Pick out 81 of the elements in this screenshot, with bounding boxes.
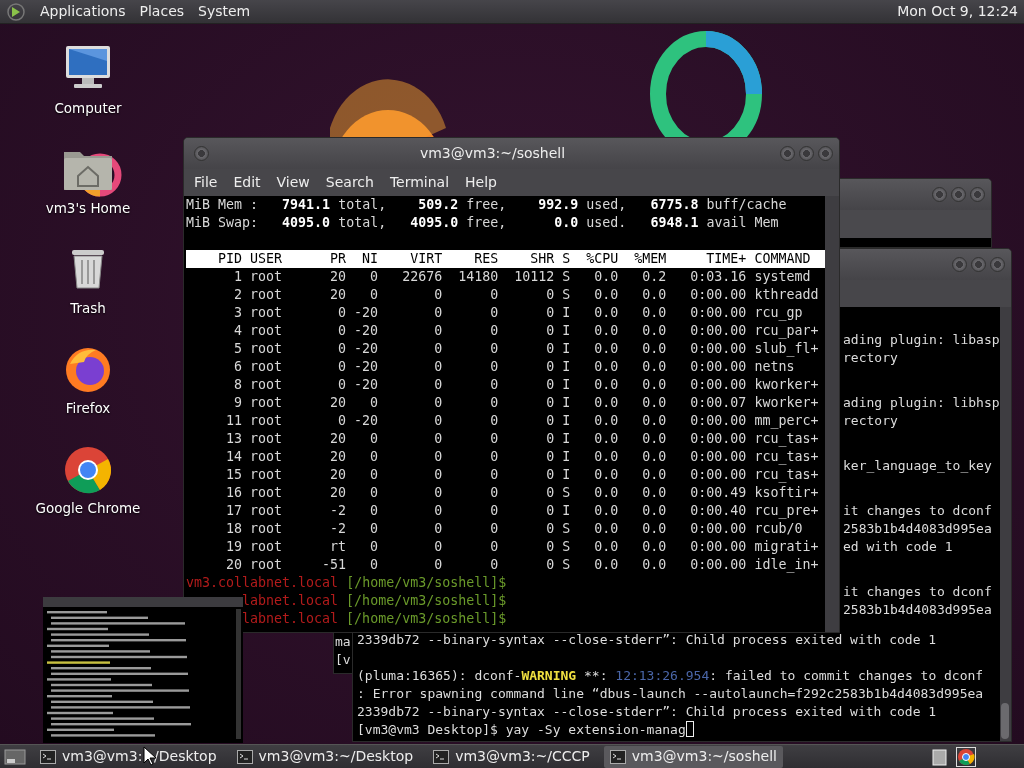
terminal-line: rectory xyxy=(843,349,899,367)
prompt-line: vm3.collabnet.local [/home/vm3/soshell]$ xyxy=(186,574,508,592)
terminal-icon xyxy=(609,749,626,764)
process-line: 14 root 20 0 0 0 0 I 0.0 0.0 0:00.00 rcu_tas+ xyxy=(225,448,820,466)
panel-menu[interactable]: System xyxy=(198,1,251,22)
terminal-line: it changes to dconf xyxy=(843,583,993,601)
show-desktop-icon[interactable] xyxy=(4,747,26,766)
terminal-icon xyxy=(40,749,56,764)
window-control-button[interactable] xyxy=(932,187,947,202)
window-control-button[interactable] xyxy=(194,146,209,161)
terminal-icon xyxy=(236,749,253,764)
terminal-line: it changes to dconf xyxy=(843,502,993,520)
menu-item[interactable]: View xyxy=(270,172,320,193)
window-control-button[interactable] xyxy=(818,146,833,161)
menu-item[interactable]: Edit xyxy=(227,172,271,193)
process-line: 20 root -51 0 0 0 0 S 0.0 0.0 0:00.00 idle_in+ xyxy=(225,556,820,574)
process-line: 5 root 0 -20 0 0 0 I 0.0 0.0 0:00.00 slub_fl+ xyxy=(233,340,820,358)
window-control-button[interactable] xyxy=(990,257,1005,272)
process-line: 4 root 0 -20 0 0 0 I 0.0 0.0 0:00.00 rcu_par+ xyxy=(233,322,820,340)
window-control-button[interactable] xyxy=(971,257,986,272)
terminal-line: [vm3@vm3 Desktop]$ yay -Sy extension-manag xyxy=(357,721,1000,739)
terminal-line: ma xyxy=(335,633,352,651)
desktop-icon-label[interactable]: Trash xyxy=(70,298,106,319)
taskbar-button[interactable]: vm3@vm3:~/CCCP xyxy=(427,745,596,768)
terminal-line: 2583b1b4d4083d995ea xyxy=(843,520,993,538)
terminal-line: [v xyxy=(335,651,352,669)
terminal-line: 2339db72 --binary-syntax --close-stderr”: Child process exited with code 1 xyxy=(357,703,938,721)
chrome-icon[interactable] xyxy=(956,746,976,767)
process-line: 6 root 0 -20 0 0 0 I 0.0 0.0 0:00.00 netns xyxy=(233,358,796,376)
scrollbar[interactable] xyxy=(825,196,839,632)
menu-item[interactable]: Help xyxy=(459,172,507,193)
window-title: vm3@vm3:~/soshell xyxy=(419,145,566,161)
desktop-icon-label[interactable]: vm3's Home xyxy=(45,198,131,219)
process-line: 13 root 20 0 0 0 0 I 0.0 0.0 0:00.00 rcu_tas+ xyxy=(225,430,820,448)
panel-menu[interactable]: Applications xyxy=(40,1,126,22)
process-line: 8 root 0 -20 0 0 0 I 0.0 0.0 0:00.00 kworker+ xyxy=(233,376,820,394)
terminal-line: : Error spawning command line “dbus-launch --autolaunch=f292c2583b1b4d4083d995ea xyxy=(357,685,985,703)
panel-menu[interactable]: Places xyxy=(139,1,185,22)
terminal-line: 2583b1b4d4083d995ea xyxy=(843,601,993,619)
process-line: 9 root 20 0 0 0 0 I 0.0 0.0 0:00.07 kworker+ xyxy=(233,394,820,412)
process-line: 3 root 0 -20 0 0 0 I 0.0 0.0 0:00.00 rcu_gp xyxy=(233,304,804,322)
window-control-button[interactable] xyxy=(780,146,795,161)
menu-item[interactable]: Terminal xyxy=(383,172,460,193)
terminal-line: ker_language_to_key xyxy=(843,457,993,475)
chrome-icon[interactable] xyxy=(62,444,114,496)
window-control-button[interactable] xyxy=(951,187,966,202)
panel-clock[interactable]: Mon Oct 9, 12:24 xyxy=(897,1,1018,22)
desktop-icon-label[interactable]: Firefox xyxy=(65,398,111,419)
prompt-line: labnet.local [/home/vm3/soshell]$ xyxy=(241,592,508,610)
process-line: 15 root 20 0 0 0 0 I 0.0 0.0 0:00.00 rcu_tas+ xyxy=(225,466,820,484)
text-cursor xyxy=(685,721,694,737)
terminal-icon xyxy=(433,749,450,764)
desktop-icon-label[interactable]: Google Chrome xyxy=(35,498,141,519)
window-icon[interactable] xyxy=(932,747,948,766)
terminal-line: ading plugin: libasp xyxy=(843,331,1000,349)
terminal-line: rectory xyxy=(843,412,899,430)
desktop-icon-label[interactable]: Computer xyxy=(54,98,122,119)
prompt-line: labnet.local [/home/vm3/soshell]$ xyxy=(241,610,508,628)
terminal-line: 2339db72 --binary-syntax --close-stderr”: Child process exited with code 1 xyxy=(357,631,938,649)
process-line: 1 root 20 0 22676 14180 10112 S 0.0 0.2 0:03.16 systemd xyxy=(233,268,812,286)
process-line: 2 root 20 0 0 0 0 S 0.0 0.0 0:00.00 kthreadd xyxy=(233,286,820,304)
scrollbar[interactable] xyxy=(999,307,1011,741)
process-line: 16 root 20 0 0 0 0 S 0.0 0.0 0:00.49 ksoftir+ xyxy=(225,484,820,502)
menu-item[interactable]: Search xyxy=(319,172,384,193)
window-control-button[interactable] xyxy=(952,257,967,272)
process-line: 11 root 0 -20 0 0 0 I 0.0 0.0 0:00.00 mm_perc+ xyxy=(225,412,820,430)
taskbar-button[interactable]: vm3@vm3:~/soshell xyxy=(603,745,783,768)
process-line: 18 root -2 0 0 0 0 S 0.0 0.0 0:00.00 rcub/0 xyxy=(225,520,804,538)
process-line: 19 root rt 0 0 0 0 S 0.0 0.0 0:00.00 migrati+ xyxy=(225,538,820,556)
terminal-line: ed with code 1 xyxy=(843,538,954,556)
process-line: 17 root -2 0 0 0 0 I 0.0 0.0 0:00.40 rcu_pre+ xyxy=(225,502,820,520)
menu-item[interactable]: File xyxy=(188,172,228,193)
window-control-button[interactable] xyxy=(799,146,814,161)
window-preview-drawing[interactable] xyxy=(43,597,243,743)
taskbar-button[interactable]: vm3@vm3:~/Desktop xyxy=(230,745,420,768)
terminal-line: ading plugin: libhsp xyxy=(843,394,1000,412)
terminal-line: (pluma:16365): dconf-WARNING **: 12:13:26.954: failed to commit changes to dconf xyxy=(357,667,985,685)
menu-logo-icon[interactable] xyxy=(6,1,26,22)
terminal-line: MiB Mem : 7941.1 total, 509.2 free, 992.9 used, 6775.8 buff/cache xyxy=(186,196,788,214)
terminal-line: MiB Swap: 4095.0 total, 4095.0 free, 0.0 used. 6948.1 avail Mem xyxy=(186,214,780,232)
window-control-button[interactable] xyxy=(970,187,985,202)
